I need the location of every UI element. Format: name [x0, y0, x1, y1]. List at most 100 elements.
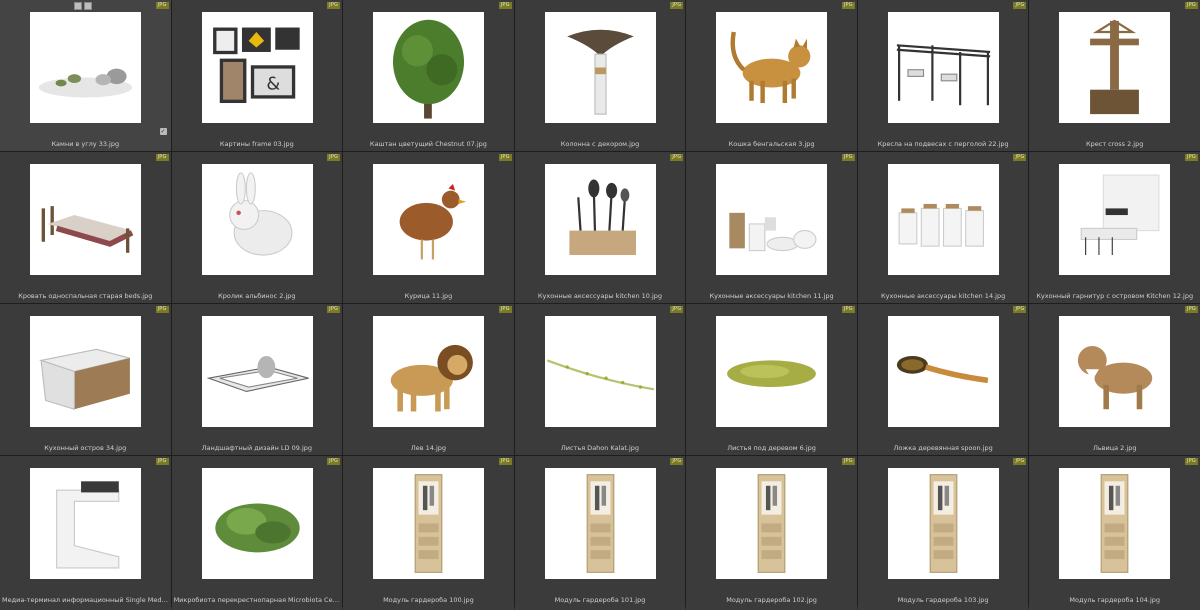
thumbnail-cell[interactable]: JPG Модуль гардероба 100.jpg	[343, 456, 514, 610]
thumbnail-cell[interactable]: & JPG Картины frame 03.jpg	[171, 0, 343, 151]
cross-thumbnail-icon[interactable]	[1059, 12, 1171, 123]
thumbnail-cell[interactable]: JPG Кухонный гарнитур с островом Kitchen…	[1029, 152, 1200, 303]
column-thumbnail-icon[interactable]	[544, 12, 656, 123]
thumbnail-cell[interactable]: JPG Модуль гардероба 103.jpg	[857, 456, 1029, 610]
thumbnail-cell[interactable]: JPG Листья под деревом 6.jpg	[686, 304, 857, 455]
pergola-swings-thumbnail-icon[interactable]	[887, 12, 999, 123]
kitchen-utensils-thumbnail-icon[interactable]	[544, 164, 656, 275]
thumbnail-filename[interactable]: Модуль гардероба 104.jpg	[1031, 596, 1198, 604]
thumbnail-filename[interactable]: Кровать односпальная старая beds.jpg	[2, 292, 169, 300]
thumbnail-filename[interactable]: Картины frame 03.jpg	[174, 140, 341, 148]
file-type-badge: JPG	[498, 458, 512, 465]
cat-thumbnail-icon[interactable]	[716, 12, 828, 123]
kitchen-set-thumbnail-icon[interactable]	[1059, 164, 1171, 275]
media-terminal-thumbnail-icon[interactable]	[30, 468, 141, 579]
thumbnail-cell[interactable]: JPG Кошка бенгальская 3.jpg	[686, 0, 857, 151]
tree-thumbnail-icon[interactable]	[373, 12, 485, 123]
thumbnail-filename[interactable]: Кресла на подвесах с перголой 22.jpg	[860, 140, 1027, 148]
thumbnail-filename[interactable]: Камни в углу 33.jpg	[2, 140, 169, 148]
landscape-design-thumbnail-icon[interactable]	[201, 316, 313, 427]
bed-thumbnail-icon[interactable]	[30, 164, 141, 275]
thumbnail-cell[interactable]: JPG Камни в углу 33.jpg ✓	[0, 0, 171, 151]
thumbnail-filename[interactable]: Крест cross 2.jpg	[1031, 140, 1198, 148]
file-type-badge: JPG	[155, 154, 169, 161]
thumbnail-filename[interactable]: Модуль гардероба 101.jpg	[517, 596, 684, 604]
thumbnail-filename[interactable]: Листья Dahon Kalat.jpg	[517, 444, 684, 452]
thumbnail-cell[interactable]: JPG Лев 14.jpg	[343, 304, 514, 455]
thumbnail-filename[interactable]: Лев 14.jpg	[345, 444, 512, 452]
checkmark-icon[interactable]: ✓	[159, 128, 167, 135]
lioness-thumbnail-icon[interactable]	[1059, 316, 1171, 427]
file-type-badge: JPG	[841, 306, 855, 313]
picture-frames-thumbnail-icon[interactable]: &	[201, 12, 313, 123]
thumbnail-filename[interactable]: Львица 2.jpg	[1031, 444, 1198, 452]
thumbnail-filename[interactable]: Модуль гардероба 103.jpg	[860, 596, 1027, 604]
wardrobe-thumbnail-icon[interactable]	[1059, 468, 1171, 579]
thumbnail-filename[interactable]: Медиа-терминал информационный Single Med…	[2, 596, 169, 604]
thumbnail-cell[interactable]: JPG Модуль гардероба 102.jpg	[686, 456, 857, 610]
thumbnail-filename[interactable]: Курица 11.jpg	[345, 292, 512, 300]
wardrobe-thumbnail-icon[interactable]	[373, 468, 485, 579]
thumbnail-cell[interactable]: JPG Львица 2.jpg	[1029, 304, 1200, 455]
thumbnail-filename[interactable]: Модуль гардероба 100.jpg	[345, 596, 512, 604]
thumbnail-filename[interactable]: Колонна с декором.jpg	[517, 140, 684, 148]
thumbnail-cell[interactable]: JPG Модуль гардероба 104.jpg	[1029, 456, 1200, 610]
thumbnail-cell[interactable]: JPG Ложка деревянная spoon.jpg	[857, 304, 1029, 455]
square-icon[interactable]	[74, 2, 82, 10]
rabbit-thumbnail-icon[interactable]	[201, 164, 313, 275]
thumbnail-cell[interactable]: JPG Колонна с декором.jpg	[514, 0, 686, 151]
thumbnail-cell[interactable]: JPG Крест cross 2.jpg	[1029, 0, 1200, 151]
kitchen-island-thumbnail-icon[interactable]	[30, 316, 141, 427]
thumbnail-cell[interactable]: JPG Ландшафтный дизайн LD 09.jpg	[171, 304, 343, 455]
thumbnail-cell[interactable]: JPG Кровать односпальная старая beds.jpg	[0, 152, 171, 303]
thumbnail-filename[interactable]: Листья под деревом 6.jpg	[688, 444, 855, 452]
kitchen-accessories-thumbnail-icon[interactable]	[716, 164, 828, 275]
file-type-badge: JPG	[841, 458, 855, 465]
rocks-garden-thumbnail-icon[interactable]	[30, 12, 141, 123]
thumbnail-cell[interactable]: JPG Кухонные аксессуары kitchen 14.jpg	[857, 152, 1029, 303]
wardrobe-thumbnail-icon[interactable]	[544, 468, 656, 579]
file-type-badge: JPG	[327, 306, 341, 313]
thumbnail-cell[interactable]: JPG Кухонные аксессуары kitchen 11.jpg	[686, 152, 857, 303]
thumbnail-cell[interactable]: JPG Кресла на подвесах с перголой 22.jpg	[857, 0, 1029, 151]
thumbnail-cell[interactable]: JPG Кухонные аксессуары kitchen 10.jpg	[514, 152, 686, 303]
thumbnail-filename[interactable]: Кухонные аксессуары kitchen 10.jpg	[517, 292, 684, 300]
file-type-badge: JPG	[327, 154, 341, 161]
thumbnail-cell[interactable]: JPG Медиа-терминал информационный Single…	[0, 456, 171, 610]
thumbnail-cell[interactable]: JPG Микробиота перекрестнопарная Microbi…	[171, 456, 343, 610]
wardrobe-thumbnail-icon[interactable]	[716, 468, 828, 579]
thumbnail-filename[interactable]: Ложка деревянная spoon.jpg	[860, 444, 1027, 452]
file-type-badge: JPG	[1013, 306, 1027, 313]
kitchen-jars-thumbnail-icon[interactable]	[887, 164, 999, 275]
spoon-thumbnail-icon[interactable]	[887, 316, 999, 427]
leaves-line-thumbnail-icon[interactable]	[544, 316, 656, 427]
file-type-badge: JPG	[841, 154, 855, 161]
wardrobe-thumbnail-icon[interactable]	[887, 468, 999, 579]
svg-text:&: &	[266, 75, 280, 95]
thumbnail-filename[interactable]: Кухонный гарнитур с островом Kitchen 12.…	[1031, 292, 1198, 300]
lion-thumbnail-icon[interactable]	[373, 316, 485, 427]
thumbnail-cell[interactable]: JPG Кролик альбинос 2.jpg	[171, 152, 343, 303]
thumbnail-filename[interactable]: Кухонные аксессуары kitchen 11.jpg	[688, 292, 855, 300]
shrub-thumbnail-icon[interactable]	[201, 468, 313, 579]
thumbnail-filename[interactable]: Кухонный остров 34.jpg	[2, 444, 169, 452]
file-type-badge: JPG	[155, 2, 169, 9]
thumbnail-cell[interactable]: JPG Курица 11.jpg	[343, 152, 514, 303]
file-type-badge: JPG	[327, 2, 341, 9]
thumbnail-filename[interactable]: Модуль гардероба 102.jpg	[688, 596, 855, 604]
thumbnail-filename[interactable]: Ландшафтный дизайн LD 09.jpg	[174, 444, 341, 452]
thumbnail-filename[interactable]: Кухонные аксессуары kitchen 14.jpg	[860, 292, 1027, 300]
thumbnail-cell[interactable]: JPG Каштан цветущий Chestnut 07.jpg	[343, 0, 514, 151]
thumbnail-filename[interactable]: Каштан цветущий Chestnut 07.jpg	[345, 140, 512, 148]
thumbnail-cell[interactable]: JPG Кухонный остров 34.jpg	[0, 304, 171, 455]
thumbnail-cell[interactable]: JPG Модуль гардероба 101.jpg	[514, 456, 686, 610]
chicken-thumbnail-icon[interactable]	[373, 164, 485, 275]
leaves-pile-thumbnail-icon[interactable]	[716, 316, 828, 427]
thumbnail-filename[interactable]: Кошка бенгальская 3.jpg	[688, 140, 855, 148]
thumbnail-filename[interactable]: Кролик альбинос 2.jpg	[174, 292, 341, 300]
selection-toggle-icons[interactable]	[74, 2, 92, 10]
thumbnail-cell[interactable]: JPG Листья Dahon Kalat.jpg	[514, 304, 686, 455]
thumbnail-filename[interactable]: Микробиота перекрестнопарная Microbiota …	[174, 596, 341, 604]
edit-icon[interactable]	[84, 2, 92, 10]
file-type-badge: JPG	[670, 2, 684, 9]
